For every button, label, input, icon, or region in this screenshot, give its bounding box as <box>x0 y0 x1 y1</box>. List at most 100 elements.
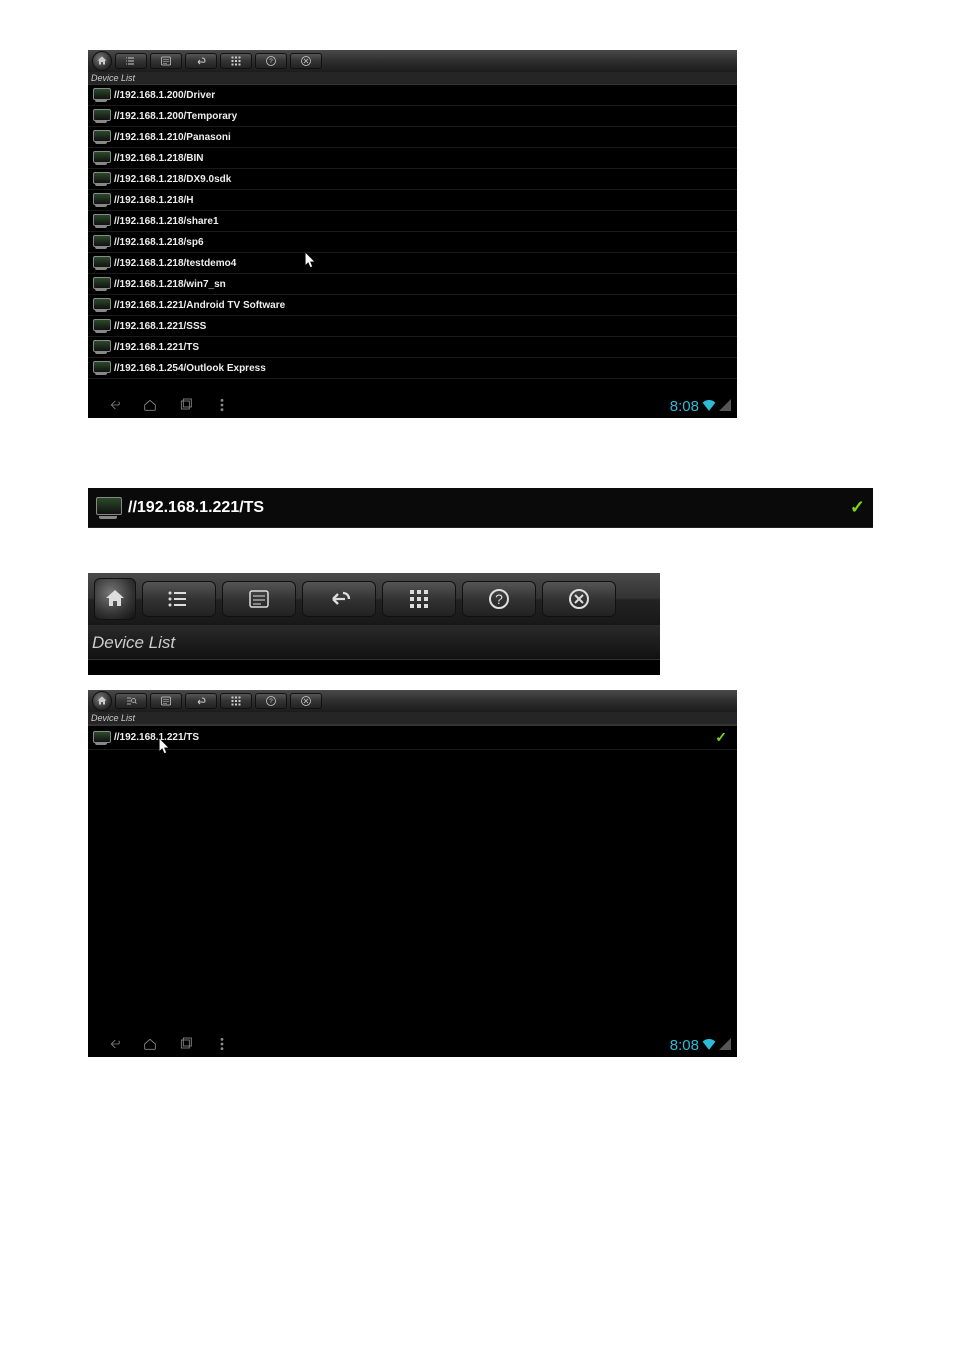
back-icon <box>195 695 207 707</box>
device-icon <box>92 235 110 249</box>
list-item-label: //192.168.1.221/TS <box>114 342 199 353</box>
device-icon <box>92 130 110 144</box>
list-item[interactable]: //192.168.1.221/TS <box>88 337 737 358</box>
list-button[interactable] <box>115 53 147 69</box>
list-item-label: //192.168.1.218/win7_sn <box>114 279 226 290</box>
list-item[interactable]: //192.168.1.218/testdemo4 <box>88 253 737 274</box>
nav-home-button[interactable] <box>142 1036 158 1055</box>
list-icon <box>125 55 137 67</box>
check-icon: ✓ <box>715 729 727 746</box>
list-item[interactable]: //192.168.1.210/Panasoni <box>88 127 737 148</box>
list-item[interactable]: //192.168.1.218/BIN <box>88 148 737 169</box>
detail-button[interactable] <box>222 581 296 617</box>
home-button[interactable] <box>94 578 136 620</box>
back-button[interactable] <box>185 53 217 69</box>
close-button[interactable] <box>290 693 322 709</box>
grid-icon <box>230 55 242 67</box>
list-item-label: //192.168.1.218/share1 <box>114 216 219 227</box>
nav-menu-button[interactable] <box>214 397 230 416</box>
list-item[interactable]: //192.168.1.218/win7_sn <box>88 274 737 295</box>
header-label: Device List <box>88 72 737 85</box>
list-item-label: //192.168.1.221/Android TV Software <box>114 300 285 311</box>
list-item-selected[interactable]: //192.168.1.221/TS ✓ <box>88 488 873 528</box>
svg-text:?: ? <box>269 59 273 65</box>
screenshot-selected-row: //192.168.1.221/TS ✓ <box>88 488 873 528</box>
list-item-label: //192.168.1.218/BIN <box>114 153 204 164</box>
grid-button[interactable] <box>220 53 252 69</box>
list-item[interactable]: //192.168.1.200/Driver <box>88 85 737 106</box>
screenshot-filtered-list: ? Device List //192.168.1.221/TS ✓ 8:08 <box>88 690 737 1057</box>
device-icon <box>92 256 110 270</box>
wifi-icon <box>702 1038 716 1053</box>
signal-icon <box>719 1038 731 1053</box>
list-item[interactable]: //192.168.1.221/SSS <box>88 316 737 337</box>
list-item-label: //192.168.1.218/sp6 <box>114 237 204 248</box>
close-button[interactable] <box>290 53 322 69</box>
list-item[interactable]: //192.168.1.254/Outlook Express <box>88 358 737 379</box>
screenshot-toolbar-zoom: ? Device List <box>88 573 660 675</box>
svg-text:?: ? <box>269 699 273 705</box>
detail-icon <box>247 587 271 611</box>
search-button[interactable] <box>115 693 147 709</box>
svg-text:?: ? <box>495 591 503 607</box>
list-button[interactable] <box>142 581 216 617</box>
device-icon <box>92 298 110 312</box>
list-item-label: //192.168.1.218/DX9.0sdk <box>114 174 231 185</box>
nav-home-button[interactable] <box>142 397 158 416</box>
device-icon <box>92 151 110 165</box>
device-icon <box>92 319 110 333</box>
list-item-label: //192.168.1.221/TS <box>128 499 264 517</box>
list-item[interactable]: //192.168.1.200/Temporary <box>88 106 737 127</box>
list-item-label: //192.168.1.210/Panasoni <box>114 132 231 143</box>
list-item[interactable]: //192.168.1.218/share1 <box>88 211 737 232</box>
nav-back-button[interactable] <box>106 397 122 416</box>
device-icon <box>92 340 110 354</box>
help-button[interactable]: ? <box>255 53 287 69</box>
list-item-label: //192.168.1.221/TS <box>114 732 199 743</box>
device-icon <box>92 361 110 375</box>
detail-button[interactable] <box>150 693 182 709</box>
list-item-selected[interactable]: //192.168.1.221/TS ✓ <box>88 726 737 750</box>
list-item-label: //192.168.1.200/Temporary <box>114 111 237 122</box>
nav-back-button[interactable] <box>106 1036 122 1055</box>
list-item-label: //192.168.1.221/SSS <box>114 321 206 332</box>
signal-icon <box>719 399 731 414</box>
home-icon <box>96 695 108 707</box>
help-icon: ? <box>265 695 277 707</box>
list-item-label: //192.168.1.218/H <box>114 195 194 206</box>
list-item-label: //192.168.1.200/Driver <box>114 90 215 101</box>
grid-button[interactable] <box>382 581 456 617</box>
device-icon <box>92 214 110 228</box>
close-button[interactable] <box>542 581 616 617</box>
android-navbar: 8:08 <box>88 1033 737 1057</box>
clock: 8:08 <box>670 398 699 415</box>
grid-icon <box>230 695 242 707</box>
list-item[interactable]: //192.168.1.221/Android TV Software <box>88 295 737 316</box>
help-button[interactable]: ? <box>462 581 536 617</box>
nav-recent-button[interactable] <box>178 397 194 416</box>
help-button[interactable]: ? <box>255 693 287 709</box>
nav-recent-button[interactable] <box>178 1036 194 1055</box>
list-item-label: //192.168.1.218/testdemo4 <box>114 258 236 269</box>
back-button[interactable] <box>185 693 217 709</box>
grid-button[interactable] <box>220 693 252 709</box>
list-item-label: //192.168.1.254/Outlook Express <box>114 363 266 374</box>
home-button[interactable] <box>92 691 112 711</box>
home-button[interactable] <box>92 51 112 71</box>
help-icon: ? <box>265 55 277 67</box>
android-navbar: 8:08 <box>88 394 737 418</box>
list-item[interactable]: //192.168.1.218/sp6 <box>88 232 737 253</box>
list-item[interactable]: //192.168.1.218/DX9.0sdk <box>88 169 737 190</box>
back-button[interactable] <box>302 581 376 617</box>
check-icon: ✓ <box>850 497 865 518</box>
toolbar: ? <box>88 50 737 72</box>
close-icon <box>567 587 591 611</box>
device-icon <box>92 172 110 186</box>
detail-button[interactable] <box>150 53 182 69</box>
list-item[interactable]: //192.168.1.218/H <box>88 190 737 211</box>
screenshot-device-list-full: ? Device List //192.168.1.200/Driver //1… <box>88 50 737 418</box>
header-label: Device List <box>88 625 660 660</box>
home-icon <box>96 55 108 67</box>
nav-menu-button[interactable] <box>214 1036 230 1055</box>
device-icon <box>92 277 110 291</box>
